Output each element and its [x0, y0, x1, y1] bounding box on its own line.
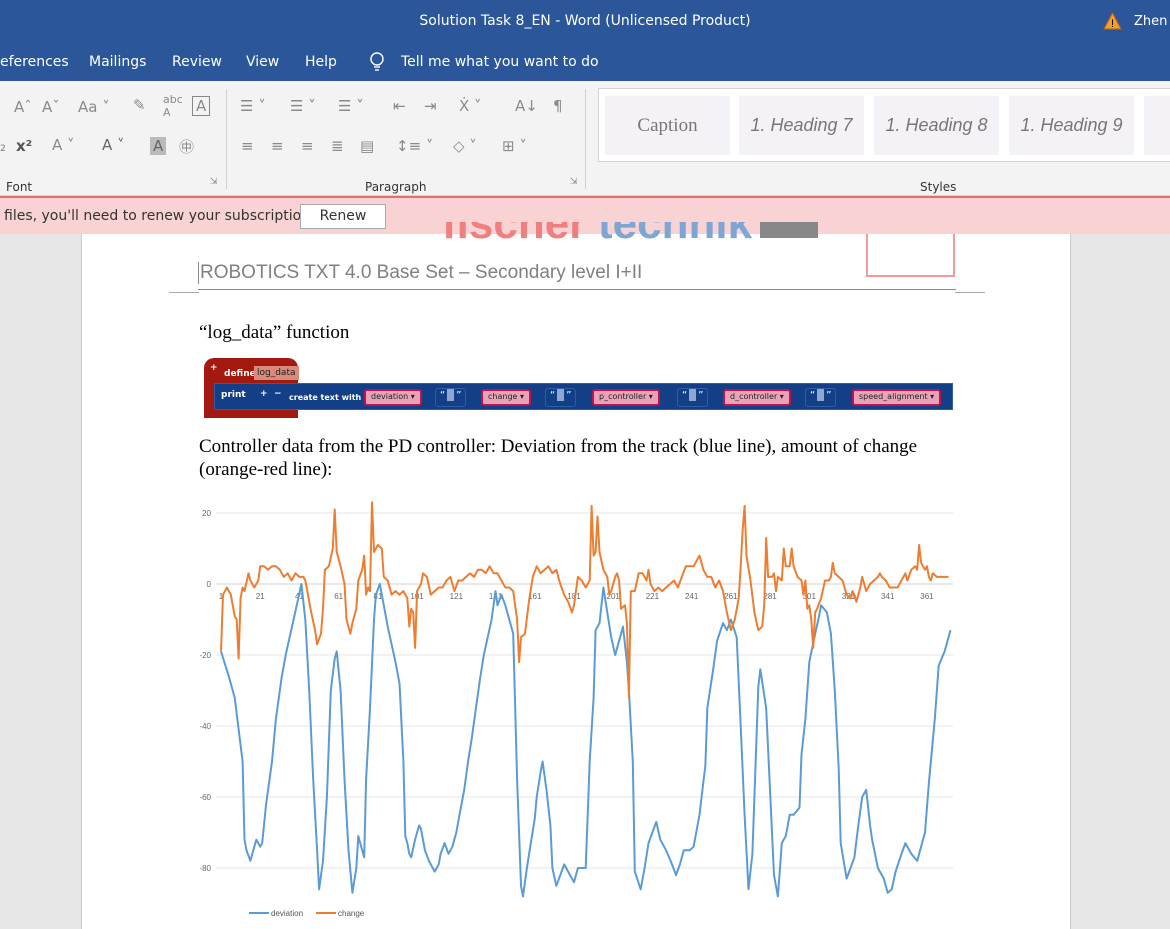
menu-mailings[interactable]: Mailings — [89, 54, 146, 70]
text-separator[interactable]: “” — [805, 388, 837, 407]
line-spacing-icon[interactable]: ↕≡ ˅ — [396, 137, 433, 155]
align-right-icon[interactable]: ≡ — [301, 137, 314, 155]
menu-references[interactable]: eferences — [0, 54, 69, 70]
svg-text:technik: technik — [598, 222, 753, 248]
font-color-icon[interactable]: A ˅ — [102, 136, 125, 154]
superscript-icon[interactable]: x² — [16, 137, 32, 155]
multilevel-list-icon[interactable]: ☰ ˅ — [338, 97, 364, 115]
print-block[interactable]: print + − create text with deviation ▾ “… — [214, 383, 953, 410]
styles-gallery: Caption 1. Heading 7 1. Heading 8 1. Hea… — [598, 88, 1170, 162]
style-heading-7[interactable]: 1. Heading 7 — [739, 96, 864, 155]
distributed-icon[interactable]: ▤ — [360, 137, 374, 155]
tell-me-search[interactable]: Tell me what you want to do — [401, 54, 599, 70]
x-tick-label: 341 — [881, 592, 895, 601]
var-speed-alignment[interactable]: speed_alignment ▾ — [852, 389, 942, 406]
var-change[interactable]: change ▾ — [481, 389, 532, 406]
group-styles-label: Styles — [920, 180, 957, 194]
menu-review[interactable]: Review — [172, 54, 222, 70]
y-tick-label: -40 — [199, 722, 211, 731]
window-title: Solution Task 8_EN - Word (Unlicensed Pr… — [419, 13, 751, 29]
y-tick-label: -20 — [199, 651, 211, 660]
function-heading: “log_data” function — [199, 322, 350, 343]
function-name-field[interactable]: log_data — [254, 366, 299, 380]
chart-description: Controller data from the PD controller: … — [199, 436, 918, 480]
header-text: ROBOTICS TXT 4.0 Base Set – Secondary le… — [198, 262, 643, 284]
header-box — [866, 234, 955, 277]
numbering-icon[interactable]: ☰ ˅ — [290, 97, 316, 115]
header-rule — [198, 289, 956, 290]
legend-label-change: change — [338, 909, 365, 918]
clear-formatting-icon[interactable]: ✎ — [133, 96, 146, 114]
character-border-icon[interactable]: A — [192, 96, 211, 116]
change-case-icon[interactable]: Aa ˅ — [78, 98, 110, 116]
x-tick-label: 261 — [724, 592, 738, 601]
x-tick-label: 241 — [685, 592, 699, 601]
renew-button[interactable]: Renew — [300, 204, 386, 229]
character-shading-icon[interactable]: A — [150, 137, 167, 155]
y-tick-label: 0 — [207, 580, 212, 589]
phonetic-guide-icon[interactable]: abc A — [163, 93, 183, 119]
align-left-icon[interactable]: ≡ — [241, 137, 254, 155]
group-font-label: Font — [6, 180, 33, 194]
lightbulb-icon — [370, 52, 384, 71]
x-tick-label: 221 — [646, 592, 660, 601]
text-separator[interactable]: “” — [677, 388, 709, 407]
text-separator[interactable]: “” — [435, 388, 467, 407]
document-page[interactable]: fischer technik ROBOTICS TXT 4.0 Base Set… — [81, 222, 1071, 929]
series-line-change — [220, 501, 949, 699]
asian-layout-icon[interactable]: Ẋ ˅ — [459, 97, 482, 115]
var-d-controller[interactable]: d_controller ▾ — [723, 389, 791, 406]
text-effects-icon[interactable]: A ˅ — [52, 136, 75, 154]
svg-text:fischer: fischer — [442, 222, 586, 248]
shading-icon[interactable]: ◇ ˅ — [453, 137, 477, 155]
text-separator[interactable]: “” — [545, 388, 577, 407]
borders-icon[interactable]: ⊞ ˅ — [502, 137, 527, 155]
x-tick-label: 361 — [920, 592, 934, 601]
x-tick-label: 61 — [334, 592, 343, 601]
increase-indent-icon[interactable]: ⇥ — [424, 97, 437, 115]
center-icon[interactable]: ≡ — [271, 137, 284, 155]
x-tick-label: 301 — [803, 592, 817, 601]
x-tick-label: 21 — [256, 592, 265, 601]
style-next[interactable] — [1144, 96, 1170, 155]
pd-controller-chart: 200-20-40-60-801 21 41 61 81 101 121 141 161 181 2… — [199, 501, 953, 918]
show-formatting-icon[interactable]: ¶ — [553, 97, 563, 115]
paragraph-dialog-launcher-icon[interactable]: ⇲ — [570, 177, 578, 187]
warning-text: files, you'll need to renew your subscri… — [4, 208, 311, 224]
var-deviation[interactable]: deviation ▾ — [364, 389, 422, 406]
subscript-icon[interactable]: ₂ — [0, 137, 6, 155]
y-tick-label: -60 — [199, 793, 211, 802]
fischertechnik-logo: fischer technik — [442, 222, 818, 248]
style-heading-8[interactable]: 1. Heading 8 — [874, 96, 999, 155]
var-p-controller[interactable]: p_controller ▾ — [592, 389, 660, 406]
enclose-characters-icon[interactable]: ㊥ — [179, 136, 194, 157]
menu-view[interactable]: View — [246, 54, 279, 70]
series-line-deviation — [220, 583, 952, 898]
menu-bar: eferences Mailings Review View Help Tell… — [0, 42, 1170, 81]
style-caption[interactable]: Caption — [605, 96, 730, 155]
font-dialog-launcher-icon[interactable]: ⇲ — [210, 177, 218, 187]
decrease-indent-icon[interactable]: ⇤ — [393, 97, 406, 115]
style-heading-9[interactable]: 1. Heading 9 — [1009, 96, 1134, 155]
justify-icon[interactable]: ≣ — [331, 137, 344, 155]
y-tick-label: 20 — [202, 509, 211, 518]
menu-help[interactable]: Help — [305, 54, 337, 70]
warning-triangle-icon[interactable]: ! — [1103, 12, 1122, 30]
shrink-font-icon[interactable]: Aˇ — [42, 98, 60, 116]
legend-label-deviation: deviation — [271, 909, 303, 918]
x-tick-label: 121 — [450, 592, 464, 601]
svg-text:!: ! — [1111, 18, 1114, 30]
sort-icon[interactable]: A↓ — [515, 97, 538, 115]
bullets-icon[interactable]: ☰ ˅ — [240, 97, 266, 115]
group-paragraph-label: Paragraph — [365, 180, 427, 194]
title-bar: Solution Task 8_EN - Word (Unlicensed Pr… — [0, 0, 1170, 42]
grow-font-icon[interactable]: Aˆ — [14, 98, 32, 116]
y-tick-label: -80 — [199, 864, 211, 873]
user-name[interactable]: Zhen — [1134, 14, 1167, 29]
